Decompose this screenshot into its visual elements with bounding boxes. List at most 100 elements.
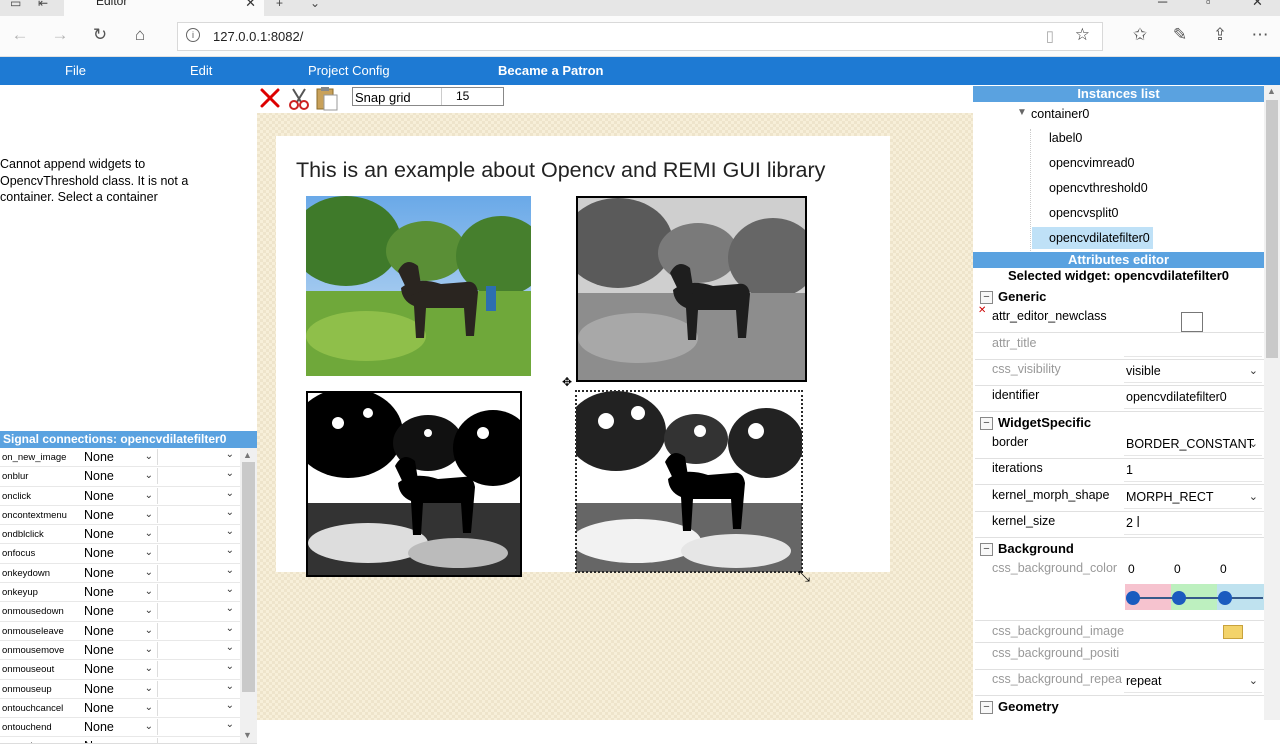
signal-method-select[interactable]: ⌄: [160, 526, 238, 542]
new-tab-icon[interactable]: +: [276, 0, 283, 10]
menu-project-config[interactable]: Project Config: [308, 63, 390, 78]
grayscale-image[interactable]: [576, 196, 807, 382]
scroll-thumb[interactable]: [1266, 100, 1278, 358]
forward-icon[interactable]: →: [48, 25, 72, 45]
favorite-star-icon[interactable]: ☆: [1075, 25, 1090, 45]
signal-method-select[interactable]: ⌄: [160, 642, 238, 658]
signal-method-select[interactable]: ⌄: [160, 603, 238, 619]
iterations-input[interactable]: 1: [1124, 461, 1262, 482]
group-geometry[interactable]: − Geometry: [975, 698, 1264, 716]
threshold-image[interactable]: [306, 391, 522, 577]
signal-listener-select[interactable]: None ⌄: [82, 680, 158, 697]
signal-method-select[interactable]: ⌄: [160, 507, 238, 523]
opencvimread0-image[interactable]: [306, 196, 531, 376]
tree-item-opencvsplit0[interactable]: opencvsplit0: [1049, 206, 1119, 220]
menu-edit[interactable]: Edit: [190, 63, 212, 78]
border-select[interactable]: BORDER_CONSTANT ⌄: [1124, 435, 1262, 456]
collapse-icon[interactable]: −: [980, 417, 993, 430]
identifier-input[interactable]: opencvdilatefilter0: [1124, 388, 1262, 409]
signal-scrollbar[interactable]: ▲ ▼: [240, 448, 257, 743]
folder-icon[interactable]: [1223, 625, 1243, 639]
signal-method-select[interactable]: ⌄: [160, 661, 238, 677]
editor-canvas[interactable]: Snap grid 15 This is an example about Op…: [257, 85, 973, 720]
tree-item-opencvdilatefilter0[interactable]: opencvdilatefilter0: [1032, 227, 1153, 249]
group-widget-specific[interactable]: − WidgetSpecific: [975, 414, 1264, 432]
tab-close-icon[interactable]: ✕: [245, 0, 256, 11]
tree-item-opencvimread0[interactable]: opencvimread0: [1049, 156, 1134, 170]
signal-listener-select[interactable]: None ⌄: [82, 545, 158, 562]
more-icon[interactable]: ⋯: [1248, 25, 1272, 45]
remove-attr-icon[interactable]: ✕: [978, 305, 986, 316]
signal-listener-select[interactable]: None ⌄: [82, 661, 158, 678]
tree-item-opencvthreshold0[interactable]: opencvthreshold0: [1049, 181, 1148, 195]
move-handle-icon[interactable]: ✥: [562, 376, 574, 388]
signal-listener-select[interactable]: None ⌄: [82, 449, 158, 465]
signal-method-select[interactable]: ⌄: [160, 488, 238, 504]
cut-icon[interactable]: [287, 87, 311, 111]
signal-method-select[interactable]: ⌄: [160, 449, 238, 465]
tree-item-label0[interactable]: label0: [1049, 131, 1082, 145]
scroll-thumb[interactable]: [242, 462, 255, 692]
green-slider-knob[interactable]: [1172, 591, 1186, 605]
scroll-down-icon[interactable]: ▼: [243, 730, 252, 740]
blue-slider-knob[interactable]: [1218, 591, 1232, 605]
tab-list-icon[interactable]: ⌄: [310, 0, 320, 10]
signal-method-select[interactable]: ⌄: [160, 565, 238, 581]
signal-listener-select[interactable]: None ⌄: [82, 622, 158, 639]
attr-title-input[interactable]: [1124, 336, 1262, 357]
address-bar[interactable]: i 127.0.0.1:8082/ ▯ ☆: [177, 22, 1103, 51]
scroll-up-icon[interactable]: ▲: [243, 450, 252, 460]
resize-handle-icon[interactable]: ⤡: [798, 568, 810, 585]
browser-tab[interactable]: Editor ✕: [64, 0, 264, 16]
signal-listener-select[interactable]: None ⌄: [82, 468, 158, 485]
opencvdilatefilter0-image[interactable]: [575, 390, 803, 573]
right-panel-scrollbar[interactable]: ▲: [1264, 85, 1280, 720]
url-text[interactable]: 127.0.0.1:8082/: [213, 29, 303, 44]
notes-pen-icon[interactable]: ✎: [1168, 25, 1192, 45]
signal-method-select[interactable]: ⌄: [160, 738, 238, 743]
signal-method-select[interactable]: ⌄: [160, 623, 238, 639]
signal-listener-select[interactable]: None ⌄: [82, 506, 158, 523]
signal-method-select[interactable]: ⌄: [160, 681, 238, 697]
signal-listener-select[interactable]: None ⌄: [82, 564, 158, 581]
site-info-icon[interactable]: i: [186, 28, 200, 42]
signal-method-select[interactable]: ⌄: [160, 700, 238, 716]
menu-patron[interactable]: Became a Patron: [498, 63, 604, 78]
minimize-icon[interactable]: ─: [1158, 0, 1167, 9]
kernel-morph-shape-select[interactable]: MORPH_RECT ⌄: [1124, 488, 1262, 509]
menu-file[interactable]: File: [65, 63, 86, 78]
favorites-icon[interactable]: ✩: [1128, 25, 1152, 45]
label0-widget[interactable]: This is an example about Opencv and REMI…: [296, 158, 825, 183]
window-close-icon[interactable]: ✕: [1252, 0, 1263, 10]
group-generic[interactable]: − Generic: [975, 288, 1264, 306]
home-icon[interactable]: ⌂: [128, 25, 152, 45]
signal-listener-select[interactable]: None ⌄: [82, 584, 158, 601]
collapse-icon[interactable]: −: [980, 701, 993, 714]
signal-listener-select[interactable]: None ⌄: [82, 526, 158, 543]
reading-view-icon[interactable]: ▯: [1046, 27, 1054, 45]
signal-listener-select[interactable]: None ⌄: [82, 603, 158, 620]
kernel-size-input[interactable]: 2I: [1124, 514, 1262, 535]
signal-method-select[interactable]: ⌄: [160, 584, 238, 600]
collapse-icon[interactable]: −: [980, 291, 993, 304]
group-background[interactable]: − Background: [975, 540, 1264, 558]
refresh-icon[interactable]: ↻: [88, 25, 112, 45]
signal-listener-select[interactable]: None ⌄: [82, 738, 158, 743]
signal-listener-select[interactable]: None ⌄: [82, 699, 158, 716]
scroll-up-icon[interactable]: ▲: [1267, 86, 1276, 96]
delete-icon[interactable]: [259, 87, 281, 109]
maximize-icon[interactable]: ▫: [1206, 0, 1211, 9]
tab-actions-icon[interactable]: ▭: [10, 0, 21, 10]
snap-grid-input[interactable]: 15: [441, 88, 503, 105]
collapse-icon[interactable]: −: [980, 543, 993, 556]
bg-repeat-select[interactable]: repeat ⌄: [1124, 672, 1262, 693]
signal-listener-select[interactable]: None ⌄: [82, 641, 158, 658]
signal-method-select[interactable]: ⌄: [160, 719, 238, 735]
red-slider-knob[interactable]: [1126, 591, 1140, 605]
signal-listener-select[interactable]: None ⌄: [82, 487, 158, 504]
paste-icon[interactable]: [315, 86, 339, 112]
container0-widget[interactable]: This is an example about Opencv and REMI…: [276, 136, 890, 577]
newclass-checkbox[interactable]: [1181, 312, 1203, 332]
back-icon[interactable]: ←: [8, 25, 32, 45]
tree-item-container0[interactable]: container0: [1031, 107, 1089, 121]
